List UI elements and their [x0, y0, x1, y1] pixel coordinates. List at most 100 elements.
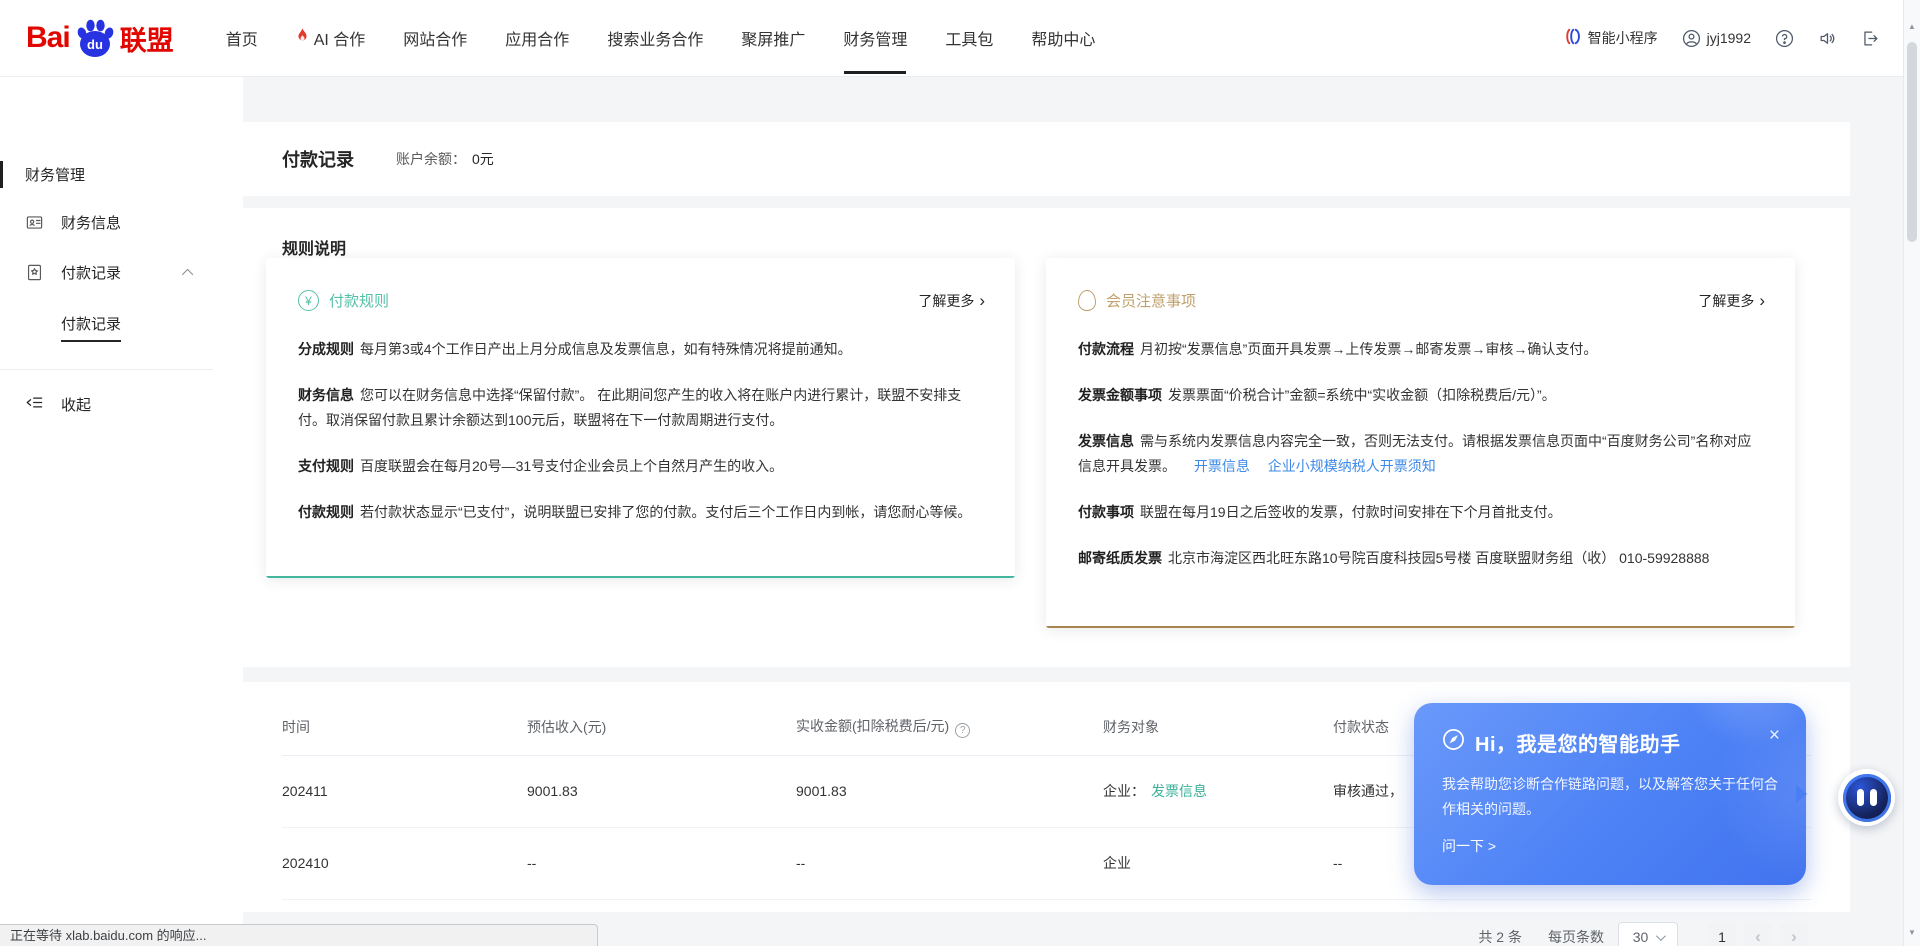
- payment-rules-card-header: ¥ 付款规则 了解更多 ›: [266, 258, 1015, 311]
- col-estimated-income: 预估收入(元): [527, 700, 796, 755]
- rule-paragraph: 付款规则若付款状态显示“已支付”，说明联盟已安排了您的付款。支付后三个工作日内到…: [298, 500, 985, 525]
- nav-item-app[interactable]: 应用合作: [505, 0, 569, 77]
- active-section-indicator: [0, 161, 3, 188]
- per-page-label: 每页条数: [1548, 927, 1604, 946]
- sidebar-subitem-payment-records[interactable]: 付款记录: [61, 313, 121, 342]
- prev-page-button[interactable]: ‹: [1744, 923, 1772, 946]
- rule-paragraph: 付款流程月初按“发票信息”页面开具发票→上传发票→邮寄发票→审核→确认支付。: [1078, 337, 1765, 362]
- logout-icon[interactable]: [1861, 29, 1880, 48]
- close-icon[interactable]: ×: [1769, 725, 1780, 747]
- cell-estimated: --: [527, 827, 796, 899]
- balance-value: 0元: [472, 149, 494, 169]
- sidebar-divider: [0, 369, 213, 370]
- sidebar-item-payment-records[interactable]: 付款记录: [25, 262, 193, 283]
- chevron-right-icon: ›: [1759, 292, 1765, 309]
- member-notes-card: 会员注意事项 了解更多 › 付款流程月初按“发票信息”页面开具发票→上传发票→邮…: [1046, 258, 1795, 628]
- per-page-select[interactable]: 30: [1618, 922, 1678, 946]
- sidebar-collapse-button[interactable]: 收起: [25, 393, 91, 416]
- svg-text:du: du: [87, 37, 103, 52]
- invoice-info-link[interactable]: 开票信息: [1194, 458, 1250, 474]
- sound-icon[interactable]: [1818, 29, 1837, 48]
- collapse-icon: [25, 393, 44, 416]
- scrollbar[interactable]: ▲ ▼: [1903, 0, 1920, 946]
- screen: Bai du 联盟 首页: [0, 0, 1920, 946]
- assistant-popup: Hi，我是您的智能助手 × 我会帮助您诊断合作链路问题，以及解答您关于任何合作相…: [1414, 703, 1806, 885]
- top-navbar: Bai du 联盟 首页: [0, 0, 1920, 77]
- browser-status-bubble: 正在等待 xlab.baidu.com 的响应...: [0, 924, 598, 946]
- rule-paragraph: 发票信息需与系统内发票信息内容完全一致，否则无法支付。请根据发票信息页面中“百度…: [1078, 429, 1765, 479]
- miniprogram-icon: [1563, 27, 1582, 49]
- miniprogram-link[interactable]: 智能小程序: [1563, 27, 1658, 49]
- scrollbar-thumb[interactable]: [1907, 42, 1917, 242]
- baidu-union-logo[interactable]: Bai du 联盟: [26, 16, 174, 60]
- cell-actual: 9001.83: [796, 755, 1103, 827]
- cell-time: 202410: [282, 827, 527, 899]
- pagination: 共 2 条 每页条数 30 1 ‹ ›: [1478, 922, 1808, 946]
- egg-icon: [1078, 290, 1096, 311]
- page-header-panel: 付款记录 账户余额： 0元: [243, 122, 1850, 196]
- rule-paragraph: 付款事项联盟在每月19日之后签收的发票，付款时间安排在下个月首批支付。: [1078, 500, 1765, 525]
- rule-paragraph: 支付规则百度联盟会在每月20号—31号支付企业会员上个自然月产生的收入。: [298, 454, 985, 479]
- page-button-1[interactable]: 1: [1708, 923, 1736, 946]
- caret-down-icon: [1656, 931, 1666, 941]
- coin-icon: ¥: [298, 290, 319, 311]
- cell-finance-target: 企业: [1103, 827, 1333, 899]
- rule-paragraph: 财务信息您可以在财务信息中选择“保留付款”。 在此期间您产生的收入将在账户内进行…: [298, 383, 985, 433]
- learn-more-link-payment-rules[interactable]: 了解更多 ›: [918, 291, 985, 311]
- nav-item-home[interactable]: 首页: [226, 0, 258, 77]
- cell-actual: --: [796, 827, 1103, 899]
- nav-item-ai[interactable]: AI 合作: [296, 0, 366, 77]
- logo-text-bai: Bai: [26, 21, 70, 55]
- chevron-right-icon: ›: [979, 292, 985, 309]
- total-count: 共 2 条: [1478, 927, 1522, 946]
- cell-estimated: 9001.83: [527, 755, 796, 827]
- robot-icon: [1843, 774, 1891, 822]
- badge-icon: [25, 263, 44, 282]
- chevron-up-icon: [182, 268, 193, 279]
- help-icon[interactable]: ?: [955, 723, 970, 738]
- navbar-right: 智能小程序 jyj1992: [1563, 27, 1880, 49]
- sidebar-section-finance[interactable]: 财务管理: [25, 164, 85, 185]
- small-taxpayer-notice-link[interactable]: 企业小规模纳税人开票须知: [1268, 458, 1436, 474]
- nav-item-help-center[interactable]: 帮助中心: [1031, 0, 1095, 77]
- user-menu[interactable]: jyj1992: [1682, 29, 1751, 48]
- nav-item-screen-promo[interactable]: 聚屏推广: [741, 0, 805, 77]
- payment-rules-card: ¥ 付款规则 了解更多 › 分成规则每月第3或4个工作日产出上月分成信息及发票信…: [266, 258, 1015, 578]
- nav-item-toolkit[interactable]: 工具包: [945, 0, 993, 77]
- baidu-paw-icon: du: [72, 16, 118, 60]
- nav-item-search-biz[interactable]: 搜索业务合作: [607, 0, 703, 77]
- payment-rules-card-title: 付款规则: [329, 290, 389, 311]
- logo-text-union: 联盟: [120, 19, 174, 58]
- nav-item-website[interactable]: 网站合作: [403, 0, 467, 77]
- assistant-ask-link[interactable]: 问一下 >: [1442, 836, 1778, 856]
- compass-icon: [1442, 728, 1465, 757]
- page-title: 付款记录: [282, 146, 354, 172]
- col-finance-target: 财务对象: [1103, 700, 1333, 755]
- main-nav: 首页 AI 合作 网站合作 应用合作 搜索业务合作 聚屏推广 财务管理 工具包 …: [226, 0, 1096, 77]
- help-circle-icon[interactable]: [1775, 29, 1794, 48]
- member-notes-card-body: 付款流程月初按“发票信息”页面开具发票→上传发票→邮寄发票→审核→确认支付。 发…: [1046, 311, 1795, 571]
- assistant-fab[interactable]: [1838, 769, 1895, 826]
- flame-icon: [296, 27, 309, 49]
- user-icon: [1682, 29, 1701, 48]
- sidebar: 财务管理 财务信息 付款记录 付款记录: [0, 77, 243, 946]
- rules-title: 规则说明: [282, 235, 346, 259]
- balance-label: 账户余额：: [396, 149, 466, 169]
- scroll-up-icon[interactable]: ▲: [1904, 22, 1920, 31]
- col-time: 时间: [282, 700, 527, 755]
- rule-paragraph: 分成规则每月第3或4个工作日产出上月分成信息及发票信息，如有特殊情况将提前通知。: [298, 337, 985, 362]
- next-page-button[interactable]: ›: [1780, 923, 1808, 946]
- cell-finance-target: 企业：发票信息: [1103, 755, 1333, 827]
- scroll-down-icon[interactable]: ▼: [1904, 928, 1920, 937]
- member-notes-card-title: 会员注意事项: [1106, 290, 1196, 311]
- id-card-icon: [25, 213, 44, 232]
- col-actual-amount: 实收金额(扣除税费后/元)?: [796, 700, 1103, 755]
- assistant-header: Hi，我是您的智能助手: [1442, 728, 1778, 757]
- learn-more-link-member-notes[interactable]: 了解更多 ›: [1698, 291, 1765, 311]
- cell-time: 202411: [282, 755, 527, 827]
- rule-paragraph: 发票金额事项发票票面“价税合计”金额=系统中“实收金额（扣除税费后/元）”。: [1078, 383, 1765, 408]
- sidebar-item-finance-info[interactable]: 财务信息: [25, 212, 121, 233]
- invoice-info-cell-link[interactable]: 发票信息: [1151, 783, 1207, 799]
- nav-item-finance[interactable]: 财务管理: [843, 0, 907, 77]
- assistant-title: Hi，我是您的智能助手: [1475, 728, 1681, 757]
